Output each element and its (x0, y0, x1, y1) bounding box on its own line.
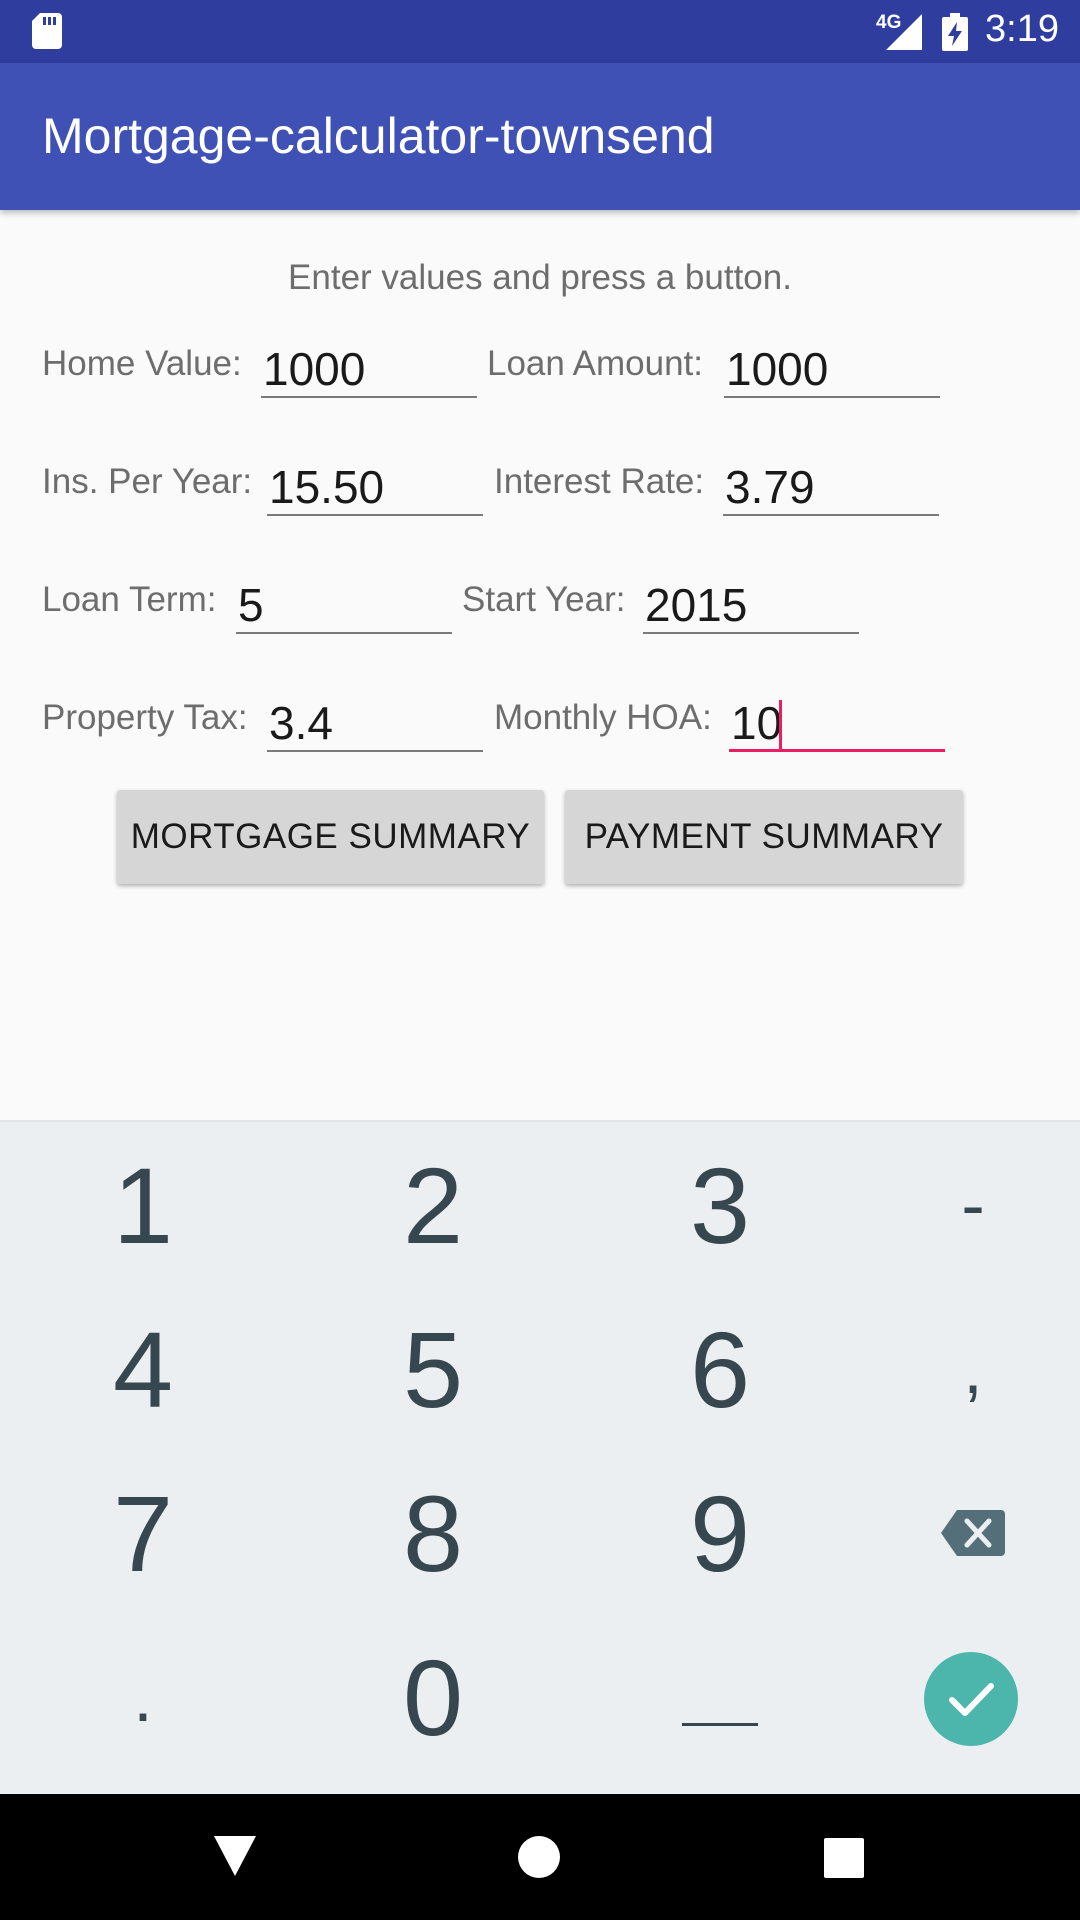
key-3[interactable]: 3 (635, 1130, 805, 1280)
monthly-hoa-input[interactable]: 10 (729, 694, 945, 752)
loan-amount-input[interactable]: 1000 (724, 340, 940, 398)
home-value-label: Home Value: (42, 344, 242, 383)
backspace-key[interactable] (888, 1458, 1058, 1608)
app-title: Mortgage-calculator-townsend (42, 108, 715, 164)
navigation-bar (0, 1794, 1080, 1920)
text-cursor (779, 700, 782, 750)
key-9[interactable]: 9 (635, 1458, 805, 1608)
loan-amount-label: Loan Amount: (487, 344, 703, 383)
ins-per-year-label: Ins. Per Year: (42, 462, 253, 501)
key-minus[interactable]: - (888, 1130, 1058, 1280)
monthly-hoa-value: 10 (731, 697, 783, 749)
app-bar: Mortgage-calculator-townsend (0, 63, 1080, 210)
monthly-hoa-label: Monthly HOA: (494, 698, 712, 737)
property-tax-input[interactable]: 3.4 (267, 694, 483, 752)
space-icon (682, 1723, 758, 1726)
sd-card-icon (32, 13, 62, 49)
back-icon[interactable] (214, 1836, 256, 1878)
loan-term-label: Loan Term: (42, 580, 217, 619)
done-key[interactable] (924, 1652, 1018, 1746)
property-tax-label: Property Tax: (42, 698, 248, 737)
status-bar: 4G 3:19 (0, 0, 1080, 63)
mortgage-summary-button[interactable]: MORTGAGE SUMMARY (117, 790, 544, 884)
key-7[interactable]: 7 (58, 1458, 228, 1608)
start-year-input[interactable]: 2015 (643, 576, 859, 634)
home-icon[interactable] (518, 1836, 560, 1878)
signal-icon (886, 14, 922, 50)
key-1[interactable]: 1 (58, 1130, 228, 1280)
key-6[interactable]: 6 (635, 1294, 805, 1444)
home-value-input[interactable]: 1000 (261, 340, 477, 398)
key-0[interactable]: 0 (348, 1622, 518, 1772)
space-key[interactable] (635, 1622, 805, 1772)
key-4[interactable]: 4 (58, 1294, 228, 1444)
clock: 3:19 (985, 8, 1059, 50)
interest-rate-input[interactable]: 3.79 (723, 458, 939, 516)
payment-summary-button[interactable]: PAYMENT SUMMARY (565, 790, 963, 884)
backspace-icon (941, 1510, 1005, 1556)
key-decimal[interactable]: . (58, 1622, 228, 1772)
key-2[interactable]: 2 (348, 1130, 518, 1280)
key-comma[interactable]: , (888, 1294, 1058, 1444)
done-check-icon (949, 1683, 994, 1716)
interest-rate-label: Interest Rate: (494, 462, 705, 501)
loan-term-input[interactable]: 5 (236, 576, 452, 634)
instructions-text: Enter values and press a button. (288, 258, 792, 297)
start-year-label: Start Year: (462, 580, 626, 619)
key-5[interactable]: 5 (348, 1294, 518, 1444)
battery-charging-icon (942, 13, 968, 51)
ins-per-year-input[interactable]: 15.50 (267, 458, 483, 516)
recents-icon[interactable] (824, 1838, 864, 1878)
key-8[interactable]: 8 (348, 1458, 518, 1608)
